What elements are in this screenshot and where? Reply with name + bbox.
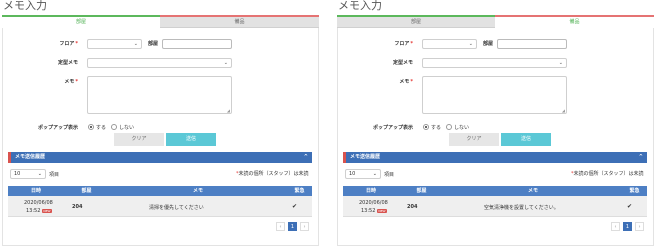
template-memo-select[interactable]: ⌄ xyxy=(422,58,567,68)
page-title: メモ入力 xyxy=(3,0,47,12)
pager-page-1[interactable]: 1 xyxy=(623,222,632,231)
per-page-unit: 項目 xyxy=(384,172,395,178)
pager-next[interactable]: › xyxy=(300,222,309,231)
col-room[interactable]: 部屋 xyxy=(399,186,444,196)
col-urgent[interactable]: 緊急 xyxy=(287,186,312,196)
resize-grip-icon[interactable]: ◢ xyxy=(562,108,565,113)
resize-grip-icon[interactable]: ◢ xyxy=(227,108,230,113)
popup-no-radio[interactable] xyxy=(111,124,117,130)
per-page-select[interactable]: 10 ⌄ xyxy=(345,169,381,179)
tab-bar: 部屋 備品 xyxy=(2,15,319,28)
col-datetime[interactable]: 日時 xyxy=(8,186,64,196)
new-badge: NEW xyxy=(377,208,387,213)
pager-page-1[interactable]: 1 xyxy=(288,222,297,231)
memo-label: メモ* xyxy=(64,79,78,85)
row-room: 204 xyxy=(72,204,83,210)
floor-label: フロア* xyxy=(59,41,78,47)
urgent-check-icon: ✔ xyxy=(292,203,298,210)
chevron-down-icon: ⌄ xyxy=(37,171,42,177)
chevron-down-icon: ⌄ xyxy=(372,171,377,177)
unread-legend: *未読の個所（スタッフ）は未読 xyxy=(571,171,644,177)
memo-panel-room: メモ入力 部屋 備品 フロア* ⌄ 部屋 定型メモ ⌄ メモ* ◢ ポップアップ… xyxy=(0,0,320,246)
send-button[interactable]: 送信 xyxy=(166,133,216,146)
memo-textarea[interactable]: ◢ xyxy=(87,76,232,114)
popup-yes-radio[interactable] xyxy=(423,124,429,130)
required-mark: * xyxy=(410,79,413,85)
room-input[interactable] xyxy=(162,39,232,49)
row-time: 13:52 NEW xyxy=(26,208,52,214)
pager-prev[interactable]: ‹ xyxy=(276,222,285,231)
template-memo-label: 定型メモ xyxy=(57,60,78,66)
required-mark: * xyxy=(410,41,413,47)
row-time: 13:52 NEW xyxy=(361,208,387,214)
send-button[interactable]: 送信 xyxy=(501,133,551,146)
memo-label: メモ* xyxy=(399,79,413,85)
popup-label: ポップアップ表示 xyxy=(37,125,78,131)
unread-legend: *未読の個所（スタッフ）は未読 xyxy=(236,171,309,177)
new-badge: NEW xyxy=(42,208,52,213)
required-mark: * xyxy=(75,41,78,47)
tab-equipment[interactable]: 備品 xyxy=(160,15,319,28)
popup-yes-label: する xyxy=(96,125,107,131)
floor-label: フロア* xyxy=(394,41,413,47)
page-title: メモ入力 xyxy=(338,0,382,12)
chevron-down-icon: ⌄ xyxy=(223,60,228,66)
col-memo[interactable]: メモ xyxy=(444,186,622,196)
col-urgent[interactable]: 緊急 xyxy=(622,186,647,196)
popup-no-label: しない xyxy=(119,125,135,131)
room-label: 部屋 xyxy=(147,41,158,47)
tab-room[interactable]: 部屋 xyxy=(2,15,160,28)
clear-button[interactable]: クリア xyxy=(449,133,499,146)
pager-prev[interactable]: ‹ xyxy=(611,222,620,231)
history-table-header: 日時 部屋 メモ 緊急 xyxy=(343,186,647,196)
col-datetime[interactable]: 日時 xyxy=(343,186,399,196)
table-row[interactable]: 2020/06/08 13:52 NEW 204 空気清浄機を設置してください。 … xyxy=(343,196,647,217)
chevron-up-icon[interactable]: ^ xyxy=(304,152,308,163)
popup-no-radio[interactable] xyxy=(446,124,452,130)
required-mark: * xyxy=(75,79,78,85)
history-header[interactable]: メモ送信履歴 ^ xyxy=(8,152,312,163)
tab-bar: 部屋 備品 xyxy=(337,15,654,28)
popup-no-label: しない xyxy=(454,125,470,131)
col-memo[interactable]: メモ xyxy=(109,186,287,196)
tab-room[interactable]: 部屋 xyxy=(337,15,495,28)
popup-yes-label: する xyxy=(431,125,442,131)
row-date: 2020/06/08 xyxy=(359,200,388,206)
row-date: 2020/06/08 xyxy=(24,200,53,206)
chevron-down-icon: ⌄ xyxy=(558,60,563,66)
row-room: 204 xyxy=(407,204,418,210)
row-memo: 空気清浄機を設置してください。 xyxy=(484,205,559,211)
template-memo-select[interactable]: ⌄ xyxy=(87,58,232,68)
memo-panel-equipment: メモ入力 部屋 備品 フロア* ⌄ 部屋 定型メモ ⌄ メモ* ◢ ポップアップ… xyxy=(335,0,655,246)
per-page-select[interactable]: 10 ⌄ xyxy=(10,169,46,179)
tab-equipment[interactable]: 備品 xyxy=(495,15,654,28)
table-row[interactable]: 2020/06/08 13:52 NEW 204 清掃を優先してください ✔ xyxy=(8,196,312,217)
history-header[interactable]: メモ送信履歴 ^ xyxy=(343,152,647,163)
pager-next[interactable]: › xyxy=(635,222,644,231)
per-page-unit: 項目 xyxy=(49,172,60,178)
template-memo-label: 定型メモ xyxy=(392,60,413,66)
room-label: 部屋 xyxy=(482,41,493,47)
col-room[interactable]: 部屋 xyxy=(64,186,109,196)
urgent-check-icon: ✔ xyxy=(627,203,633,210)
chevron-up-icon[interactable]: ^ xyxy=(639,152,643,163)
popup-yes-radio[interactable] xyxy=(88,124,94,130)
room-input[interactable] xyxy=(497,39,567,49)
history-table-header: 日時 部屋 メモ 緊急 xyxy=(8,186,312,196)
row-memo: 清掃を優先してください xyxy=(149,205,204,211)
popup-label: ポップアップ表示 xyxy=(372,125,413,131)
clear-button[interactable]: クリア xyxy=(114,133,164,146)
memo-textarea[interactable]: ◢ xyxy=(422,76,567,114)
